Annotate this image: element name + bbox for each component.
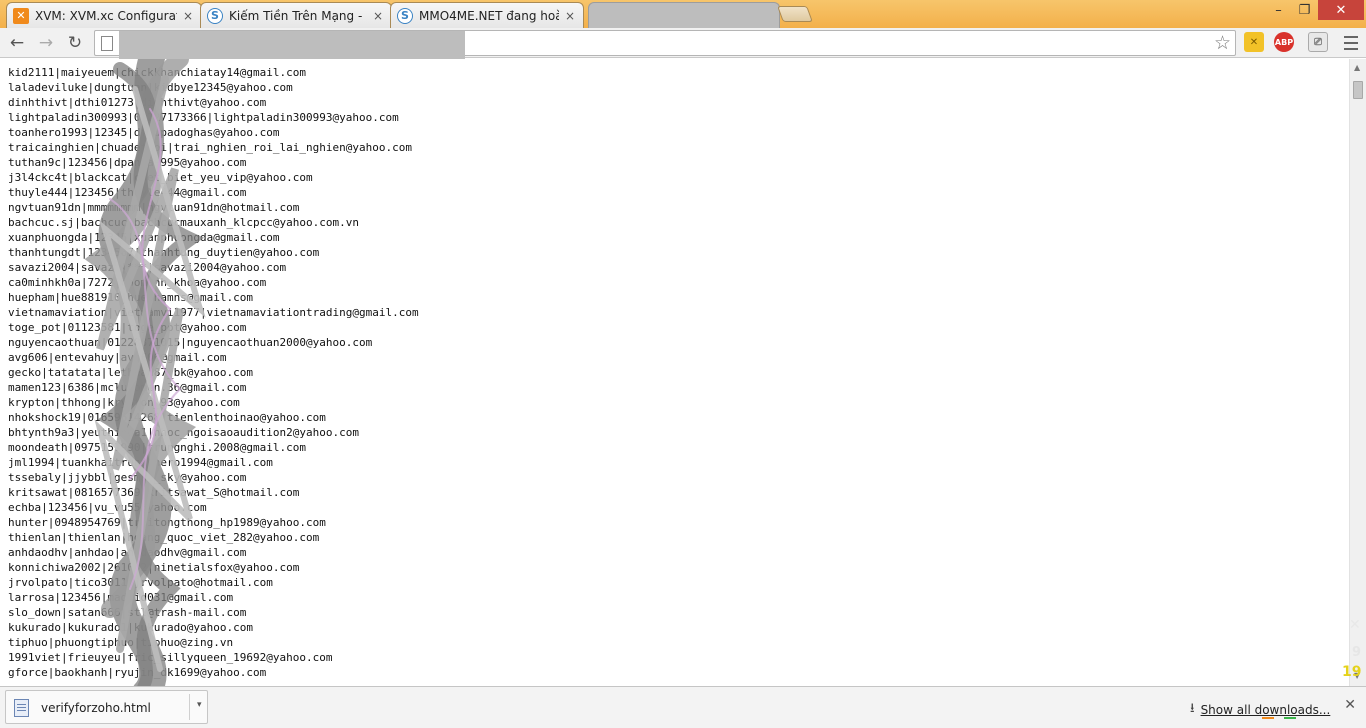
adblock-plus-icon[interactable]: ABP bbox=[1274, 32, 1294, 52]
close-icon[interactable]: × bbox=[565, 9, 575, 23]
text-line: laladeviluke|dungtuan|kidbye12345@yahoo.… bbox=[8, 81, 293, 94]
text-line: kritsawat|0816577369|kritsawat_S@hotmail… bbox=[8, 486, 300, 499]
scroll-up-icon[interactable]: ▲ bbox=[1354, 63, 1360, 72]
download-icon: ⭳ bbox=[1190, 701, 1195, 716]
forward-button[interactable]: → bbox=[34, 32, 58, 54]
overlay-number: 9 bbox=[1352, 645, 1362, 660]
text-line: nhokshock19|01659614268|tienlenthoinao@y… bbox=[8, 411, 326, 424]
extension-page-icon[interactable]: ⎚ bbox=[1308, 32, 1328, 52]
text-line: thanhtungdt|1234567|thanhtung_duytien@ya… bbox=[8, 246, 320, 259]
shelf-color-marks bbox=[1262, 717, 1302, 720]
tab-title: MMO4ME.NET đang hoàn bbox=[419, 8, 559, 23]
text-line: 1991viet|frieuyeu|fric_sillyqueen_19692@… bbox=[8, 651, 333, 664]
tab-active-redacted[interactable] bbox=[588, 2, 780, 28]
tab-title: Kiếm Tiền Trên Mạng - M bbox=[229, 8, 367, 23]
text-line: dinhthivt|dthi01273|dinhthivt@yahoo.com bbox=[8, 96, 267, 109]
text-line: savazi2004|savazi|***|savazi2004@yahoo.c… bbox=[8, 261, 287, 274]
text-line: ca0minhkh0a|7272|caominh_khoa@yahoo.com bbox=[8, 276, 267, 289]
text-line: bhtynth9a3|yeuthihoa1|nhoc_ngoisaoauditi… bbox=[8, 426, 359, 439]
close-icon[interactable]: × bbox=[183, 9, 193, 23]
reload-button[interactable]: ↻ bbox=[63, 32, 87, 54]
download-file-name: verifyforzoho.html bbox=[41, 701, 151, 715]
tab-strip: ✕ XVM: XVM.xc Configuratio × S Kiếm Tiền… bbox=[0, 0, 1366, 28]
text-line: thuyle444|123456|thuyle444@gmail.com bbox=[8, 186, 247, 199]
html-file-icon bbox=[14, 699, 29, 717]
text-line: xuanphuongda|12345|xuanphuongda@gmail.co… bbox=[8, 231, 280, 244]
new-tab-button[interactable] bbox=[777, 6, 813, 22]
minimize-button[interactable]: – bbox=[1265, 0, 1292, 20]
url-redaction bbox=[119, 31, 465, 61]
text-line: vietnamaviation|vietnamvi1977|vietnamavi… bbox=[8, 306, 419, 319]
page-content: kid2111|maiyeuem|chickkhanchiatay14@gmai… bbox=[0, 59, 1349, 686]
divider bbox=[189, 694, 190, 720]
extension-icon[interactable]: ✕ bbox=[1244, 32, 1264, 52]
text-line: jml1994|tuankhaitrung|hero1994@gmail.com bbox=[8, 456, 273, 469]
window-close-button[interactable]: ✕ bbox=[1318, 0, 1364, 20]
text-line: toge_pot|01123581|toge_pot@yahoo.com bbox=[8, 321, 247, 334]
page-icon bbox=[101, 36, 113, 51]
xvm-x-icon: ✕ bbox=[13, 7, 29, 24]
text-line: jrvolpato|tico3011|jrvolpato@hotmail.com bbox=[8, 576, 273, 589]
text-line: konnichiwa2002|261002|ninetialsfox@yahoo… bbox=[8, 561, 300, 574]
text-line: anhdaodhv|anhdao|anhdaodhv@gmail.com bbox=[8, 546, 247, 559]
text-line: kukurado|kukurado1|kukurado@yahoo.com bbox=[8, 621, 254, 634]
tab-xvm[interactable]: ✕ XVM: XVM.xc Configuratio × bbox=[6, 2, 202, 28]
text-line: bachcuc.sj|bachcuc|bachcucmauxanh_klcpcc… bbox=[8, 216, 359, 229]
overlay-close-icon[interactable]: ✕ bbox=[1349, 617, 1361, 633]
restore-button[interactable]: ❐ bbox=[1291, 0, 1318, 20]
text-line: slo_down|satan666|stl@trash-mail.com bbox=[8, 606, 247, 619]
text-line: tiphuo|phuongtiphuo|tiphuo@zing.vn bbox=[8, 636, 234, 649]
show-all-downloads-link[interactable]: Show all downloads... bbox=[1201, 703, 1331, 717]
text-line: toanhero1993|12345|dfsupadoghas@yahoo.co… bbox=[8, 126, 280, 139]
text-line: thienlan|thienlan|hoang_quoc_viet_282@ya… bbox=[8, 531, 320, 544]
text-line: gforce|baokhanh|ryujin_dk1699@yahoo.com bbox=[8, 666, 267, 679]
tab-kiem-tien[interactable]: S Kiếm Tiền Trên Mạng - M × bbox=[200, 2, 392, 28]
text-line: moondeath|0975151990|trungnghi.2008@gmai… bbox=[8, 441, 307, 454]
browser-toolbar: ← → ↻ ☆ ✕ ABP ⎚ bbox=[0, 28, 1366, 61]
show-all-downloads[interactable]: ⭳ Show all downloads... bbox=[1190, 699, 1330, 721]
vertical-scrollbar[interactable]: ▲ ▼ bbox=[1349, 59, 1366, 686]
text-line: larrosa|123456|madrid031@gmail.com bbox=[8, 591, 234, 604]
text-lines: kid2111|maiyeuem|chickkhanchiatay14@gmai… bbox=[8, 65, 419, 680]
s-logo-icon: S bbox=[397, 7, 413, 24]
text-line: nguyencaothuan|01228871015|nguyencaothua… bbox=[8, 336, 373, 349]
text-line: lightpaladin300993|01227173366|lightpala… bbox=[8, 111, 399, 124]
back-button[interactable]: ← bbox=[5, 32, 29, 54]
text-line: tssebaly|jjybbl|gesman_sky@yahoo.com bbox=[8, 471, 247, 484]
text-line: hunter|0948954769|traitongthong_hp1989@y… bbox=[8, 516, 326, 529]
close-icon[interactable]: ✕ bbox=[1344, 697, 1356, 713]
text-line: krypton|thhong|krypton_93@yahoo.com bbox=[8, 396, 240, 409]
tab-mmo4me[interactable]: S MMO4ME.NET đang hoàn × bbox=[390, 2, 584, 28]
scroll-thumb[interactable] bbox=[1353, 81, 1363, 99]
text-line: ngvtuan91dn|mmmmmmmm|ngvtuan91dn@hotmail… bbox=[8, 201, 300, 214]
text-line: tuthan9c|123456|dpanda9995@yahoo.com bbox=[8, 156, 247, 169]
chevron-down-icon[interactable]: ▾ bbox=[197, 700, 202, 710]
bookmark-star-icon[interactable]: ☆ bbox=[1214, 32, 1231, 54]
text-line: traicainghien|chuadetuoi|trai_nghien_roi… bbox=[8, 141, 412, 154]
close-icon[interactable]: × bbox=[373, 9, 383, 23]
text-line: mamen123|6386|mcluvomen.36@gmail.com bbox=[8, 381, 247, 394]
text-line: huepham|hue881910|huephamns@gmail.com bbox=[8, 291, 254, 304]
s-logo-icon: S bbox=[207, 7, 223, 24]
address-bar[interactable]: ☆ bbox=[94, 30, 1236, 61]
menu-icon[interactable] bbox=[1344, 36, 1358, 50]
text-line: echba|123456|vu_vu55@yahoo.com bbox=[8, 501, 207, 514]
download-shelf: verifyforzoho.html ▾ ⭳ Show all download… bbox=[0, 686, 1366, 728]
text-line: gecko|tatatata|lethean87_bk@yahoo.com bbox=[8, 366, 254, 379]
text-line: avg606|entevahuy|avg606@gmail.com bbox=[8, 351, 227, 364]
download-item[interactable]: verifyforzoho.html ▾ bbox=[5, 690, 208, 724]
overlay-counter: 19 bbox=[1342, 664, 1362, 680]
tab-title: XVM: XVM.xc Configuratio bbox=[35, 8, 177, 23]
text-line: kid2111|maiyeuem|chickkhanchiatay14@gmai… bbox=[8, 66, 307, 79]
text-line: j3l4ckc4t|blackcat|chet_biet_yeu_vip@yah… bbox=[8, 171, 313, 184]
